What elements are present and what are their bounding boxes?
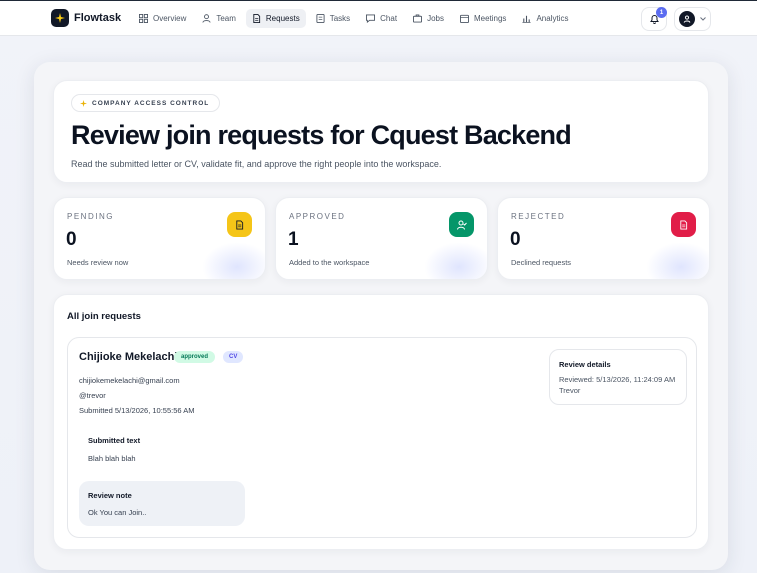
nav-item-overview[interactable]: Overview — [133, 9, 192, 28]
stat-value: 0 — [510, 229, 521, 250]
grid-icon — [139, 14, 148, 23]
stat-value: 0 — [66, 229, 77, 250]
bar-chart-icon — [522, 15, 531, 23]
page-title: Review join requests for Cquest Backend — [71, 120, 572, 150]
app-name: Flowtask — [74, 12, 122, 24]
briefcase-icon — [413, 14, 423, 23]
nav-item-jobs[interactable]: Jobs — [407, 9, 450, 28]
stat-card-pending: PENDING 0 Needs review now — [53, 197, 266, 280]
stat-icon-box — [227, 212, 252, 237]
notifications-button[interactable]: 1 — [641, 7, 667, 31]
calendar-icon — [459, 14, 469, 23]
flowtask-logo-icon — [51, 9, 69, 27]
join-request-card[interactable]: Chijioke Mekelachi approved CV chijiokem… — [67, 337, 697, 538]
nav-item-requests[interactable]: Requests — [245, 9, 306, 28]
requester-handle: @trevor — [79, 391, 106, 400]
nav-item-team[interactable]: Team — [196, 9, 242, 28]
stat-description: Declined requests — [511, 258, 572, 267]
nav-label: Meetings — [473, 14, 507, 23]
submitted-text-title: Submitted text — [88, 436, 141, 445]
status-badge: approved — [174, 351, 216, 363]
profile-menu-button[interactable] — [674, 7, 711, 31]
nav-label: Analytics — [536, 14, 569, 23]
chevron-down-icon — [700, 17, 706, 21]
stat-icon-box — [449, 212, 474, 237]
stat-label: REJECTED — [511, 212, 566, 221]
chip-label: COMPANY ACCESS CONTROL — [92, 99, 210, 107]
requester-email: chijiokemekelachi@gmail.com — [79, 376, 180, 385]
nav-label: Jobs — [427, 14, 444, 23]
review-note-title: Review note — [88, 491, 132, 500]
nav-item-analytics[interactable]: Analytics — [516, 9, 574, 28]
document-icon — [680, 220, 688, 229]
section-chip: COMPANY ACCESS CONTROL — [71, 94, 221, 112]
page-subtitle: Read the submitted letter or CV, validat… — [71, 159, 442, 169]
user-icon — [683, 15, 691, 23]
nav-label: Tasks — [329, 14, 351, 23]
review-note: Ok You can Join.. — [88, 508, 147, 517]
nav-label: Chat — [380, 14, 398, 23]
stat-description: Needs review now — [67, 258, 129, 267]
nav-label: Team — [216, 14, 236, 23]
document-icon — [236, 220, 244, 229]
avatar — [679, 11, 695, 27]
reviewer-name: Trevor — [559, 386, 581, 395]
stat-value: 1 — [288, 229, 299, 250]
join-requests-section: All join requests Chijioke Mekelachi app… — [53, 294, 709, 550]
submitted-timestamp: Submitted 5/13/2026, 10:55:56 AM — [79, 406, 195, 415]
list-icon — [316, 14, 325, 23]
nav-label: Requests — [265, 14, 300, 23]
nav-item-chat[interactable]: Chat — [360, 9, 403, 28]
notification-count-badge: 1 — [656, 7, 667, 18]
nav-item-tasks[interactable]: Tasks — [310, 9, 356, 28]
review-details-box: Review details Reviewed: 5/13/2026, 11:2… — [549, 349, 687, 405]
submitted-text: Blah blah blah — [88, 454, 136, 463]
section-title: All join requests — [67, 311, 141, 322]
attachment-type-badge[interactable]: CV — [223, 351, 244, 363]
review-details-title: Review details — [559, 360, 611, 369]
nav-item-meetings[interactable]: Meetings — [454, 9, 512, 28]
nav-label: Overview — [153, 14, 187, 23]
review-note-box: Review note Ok You can Join.. — [79, 481, 245, 526]
reviewed-timestamp: Reviewed: 5/13/2026, 11:24:09 AM — [559, 375, 676, 384]
stat-card-approved: APPROVED 1 Added to the workspace — [275, 197, 488, 280]
user-check-icon — [456, 220, 467, 230]
requester-name: Chijioke Mekelachi — [79, 351, 178, 363]
stat-label: PENDING — [67, 212, 114, 221]
chat-icon — [366, 14, 376, 23]
user-icon — [202, 14, 211, 23]
top-navigation-bar: Flowtask Overview Team Requests Tasks Ch… — [0, 0, 757, 36]
sparkle-icon — [80, 99, 87, 107]
main-nav: Overview Team Requests Tasks Chat Jobs M… — [133, 9, 574, 28]
stat-label: APPROVED — [289, 212, 346, 221]
stat-icon-box — [671, 212, 696, 237]
stat-card-rejected: REJECTED 0 Declined requests — [497, 197, 710, 280]
stat-description: Added to the workspace — [289, 258, 370, 267]
document-icon — [253, 14, 261, 23]
brand[interactable]: Flowtask — [51, 9, 121, 27]
hero-card: COMPANY ACCESS CONTROL Review join reque… — [53, 80, 709, 183]
